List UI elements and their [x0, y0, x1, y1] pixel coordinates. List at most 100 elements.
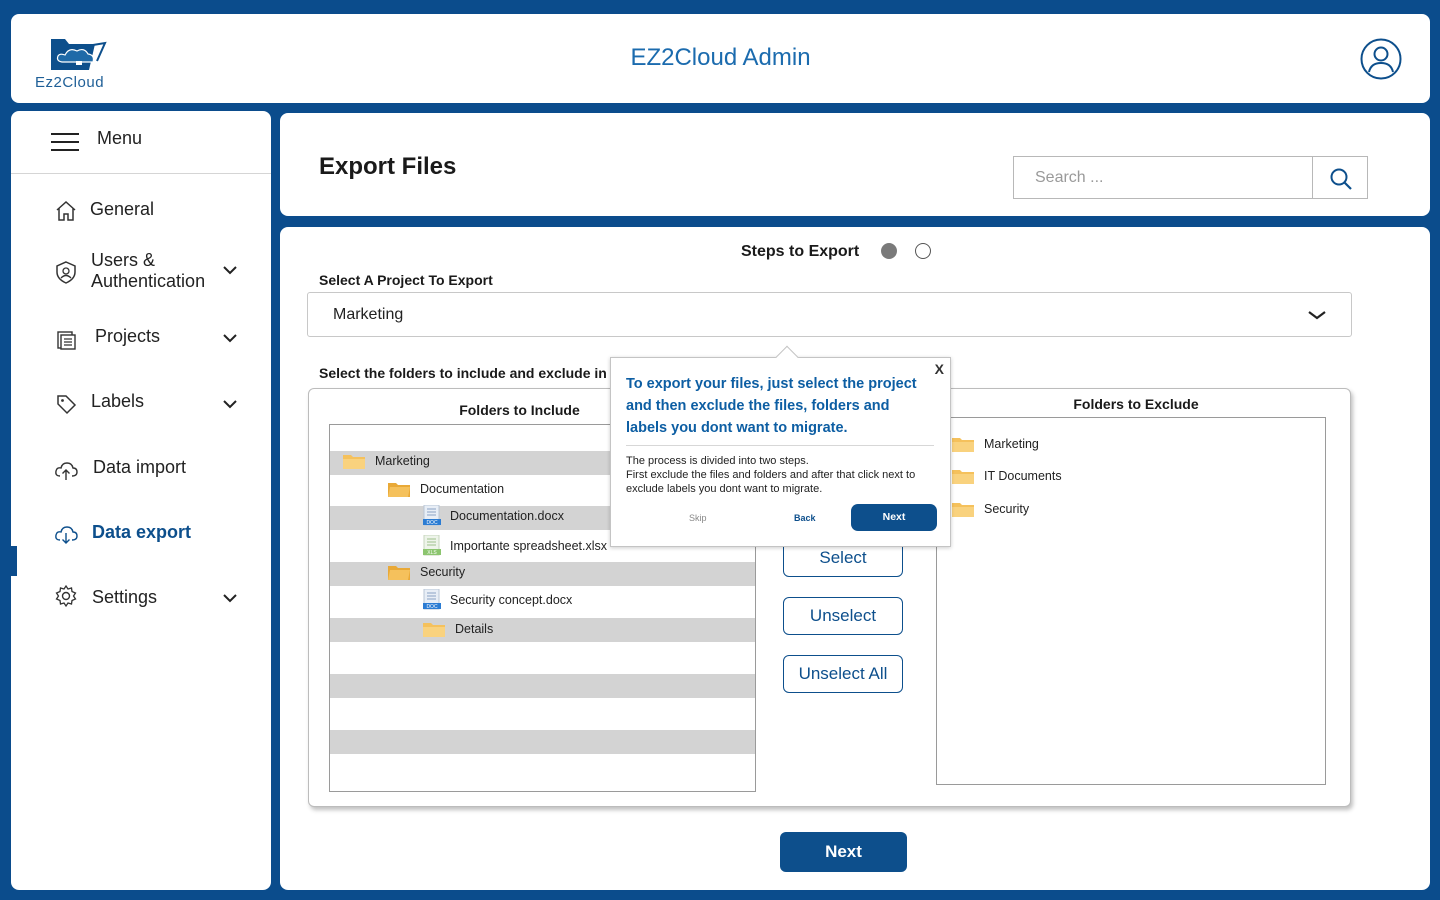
onboarding-tooltip: X To export your files, just select the … [610, 345, 951, 547]
tooltip-body-line: First exclude the files and folders and … [626, 469, 916, 495]
folders-label: Select the folders to include and exclud… [319, 365, 607, 381]
chevron-down-icon [223, 400, 237, 409]
sidebar-item-label: Users & Authentication [91, 250, 206, 291]
steps-label: Steps to Export [741, 243, 860, 260]
tree-item-label: Documentation.docx [450, 509, 564, 523]
folder-icon [952, 503, 974, 517]
folder-icon [388, 483, 410, 497]
tree-item-documentation-docx[interactable]: DOC Documentation.docx [422, 505, 564, 527]
sidebar-item-data-export[interactable]: Data export [11, 507, 271, 557]
tree-item-label: Security [420, 565, 466, 579]
shield-user-icon [56, 261, 76, 284]
tree-item-security-concept-docx[interactable]: DOC Security concept.docx [422, 589, 572, 611]
unselect-button[interactable]: Unselect [783, 597, 903, 635]
tree-item-label: Marketing [375, 454, 430, 468]
export-panel: Steps to Export Select A Project To Expo… [280, 227, 1430, 890]
doc-file-icon: DOC [423, 589, 441, 610]
user-profile-icon[interactable] [1360, 38, 1402, 80]
home-icon [56, 200, 76, 221]
sidebar-item-label: Labels [91, 391, 145, 411]
step-indicator-1[interactable] [881, 243, 897, 259]
exclude-title: Folders to Exclude [1073, 396, 1199, 412]
sidebar-item-data-import[interactable]: Data import [11, 442, 271, 492]
tooltip-divider [626, 445, 934, 446]
tooltip-body-line: The process is divided into two steps. [626, 455, 809, 467]
search-button[interactable] [1312, 156, 1368, 199]
cloud-download-icon [55, 526, 78, 544]
doc-file-icon: DOC [423, 505, 441, 526]
search-input[interactable] [1014, 157, 1312, 198]
chevron-down-icon [223, 594, 237, 603]
tree-item-spreadsheet-xlsx[interactable]: XLS Importante spreadsheet.xlsx [422, 535, 607, 557]
tree-item-label: Importante spreadsheet.xlsx [450, 539, 608, 553]
tooltip-next-button[interactable]: Next [851, 504, 937, 531]
hamburger-icon[interactable] [51, 133, 79, 151]
chevron-down-icon [1308, 311, 1326, 320]
tree-item-documentation[interactable]: Documentation [387, 480, 504, 498]
chevron-down-icon [223, 334, 237, 343]
page-title: Export Files [319, 153, 457, 180]
app-title: EZ2Cloud Admin [630, 44, 811, 71]
project-label: Select A Project To Export [319, 272, 493, 288]
sidebar-item-label: General [90, 199, 155, 219]
tooltip-heading: To export your files, just select the pr… [626, 376, 917, 436]
unselect-all-button[interactable]: Unselect All [783, 655, 903, 693]
tree-row-shade [330, 618, 755, 642]
sidebar-item-label: Data import [93, 457, 187, 477]
sidebar-item-users-authentication[interactable]: Users & Authentication [11, 246, 271, 300]
exclude-item-label: Marketing [984, 437, 1039, 451]
svg-text:XLS: XLS [427, 550, 437, 556]
sidebar: Menu General Users & Authentication Proj… [11, 111, 271, 890]
tree-row-shade [330, 674, 755, 698]
sidebar-item-labels[interactable]: Labels [11, 377, 271, 427]
tree-item-security[interactable]: Security [387, 563, 465, 581]
sidebar-item-label: Data export [92, 522, 192, 542]
tree-item-label: Documentation [420, 482, 505, 496]
tree-item-details[interactable]: Details [422, 620, 493, 638]
tree-row-shade [330, 730, 755, 754]
sidebar-item-general[interactable]: General [11, 183, 271, 233]
active-indicator [11, 546, 17, 576]
close-icon[interactable]: X [935, 361, 944, 377]
exclude-item-it-documents[interactable]: IT Documents [951, 467, 1062, 485]
xls-file-icon: XLS [423, 535, 441, 556]
cloud-upload-icon [55, 462, 78, 480]
project-select-value: Marketing [333, 306, 404, 323]
gear-icon [55, 584, 77, 608]
projects-icon [57, 331, 76, 350]
folder-icon [343, 455, 365, 469]
svg-text:DOC: DOC [426, 604, 438, 610]
folder-icon [952, 470, 974, 484]
exclude-item-security[interactable]: Security [951, 500, 1029, 518]
tooltip-body: The process is divided into two steps. F… [626, 454, 946, 496]
sidebar-item-projects[interactable]: Projects [11, 312, 271, 362]
svg-text:DOC: DOC [426, 520, 438, 526]
tag-icon [57, 395, 77, 415]
folder-icon [423, 623, 445, 637]
search-box [1013, 156, 1313, 199]
skip-button[interactable]: Skip [689, 513, 707, 523]
sidebar-item-label: Settings [92, 587, 158, 607]
menu-header[interactable]: Menu [11, 111, 271, 174]
logo-text: Ez2Cloud [35, 74, 105, 91]
exclude-list: Marketing IT Documents Security [936, 417, 1326, 785]
project-select[interactable]: Marketing [307, 292, 1352, 337]
exclude-item-label: IT Documents [984, 469, 1062, 483]
step-indicator-2[interactable] [915, 243, 931, 259]
folder-icon [952, 438, 974, 452]
tree-item-label: Security concept.docx [450, 593, 573, 607]
sidebar-item-settings[interactable]: Settings [11, 571, 271, 621]
app-header: Ez2Cloud EZ2Cloud Admin [11, 14, 1430, 103]
exclude-item-marketing[interactable]: Marketing [951, 435, 1039, 453]
chevron-down-icon [223, 266, 237, 275]
menu-label: Menu [97, 128, 143, 148]
tree-item-marketing[interactable]: Marketing [342, 452, 430, 470]
folder-icon [388, 566, 410, 580]
search-icon [1330, 168, 1352, 190]
back-button[interactable]: Back [794, 513, 816, 523]
exclude-item-label: Security [984, 502, 1030, 516]
next-button[interactable]: Next [780, 832, 907, 872]
tree-item-label: Details [455, 622, 494, 636]
title-panel: Export Files [280, 113, 1430, 216]
sidebar-item-label: Projects [95, 326, 161, 346]
